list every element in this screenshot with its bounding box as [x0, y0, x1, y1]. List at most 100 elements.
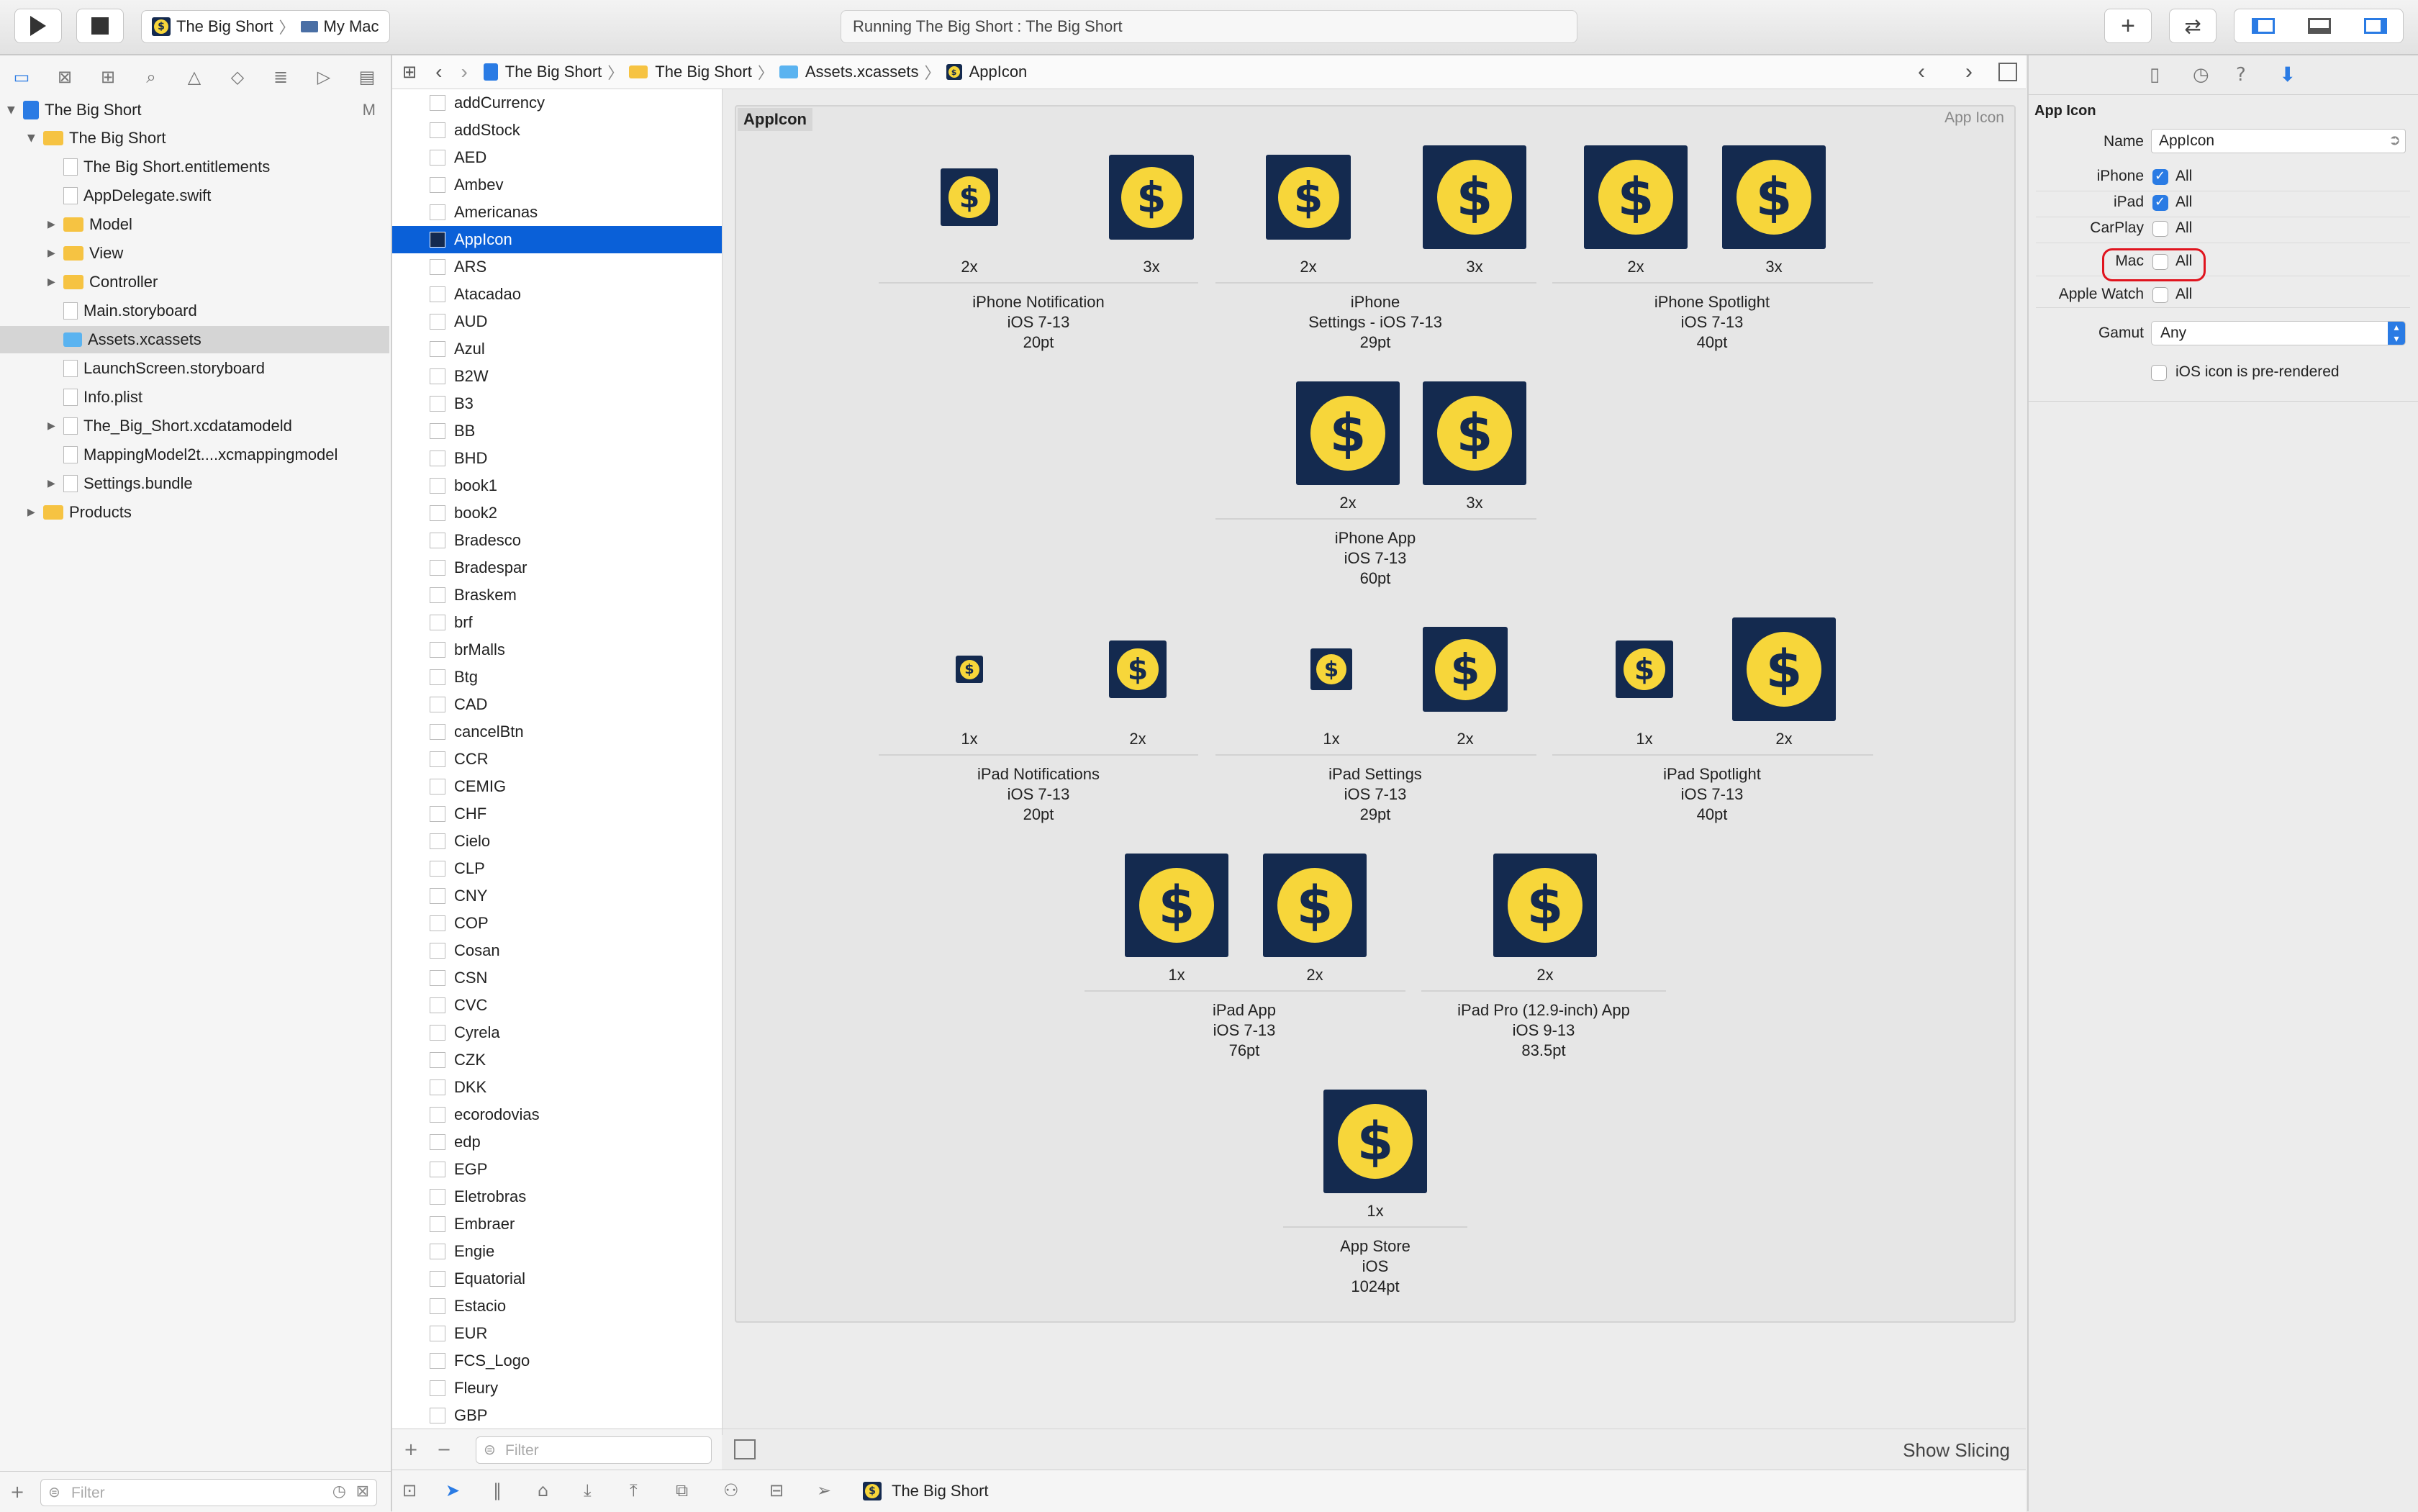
asset-list-item[interactable]: CCR — [392, 746, 722, 773]
icon-well[interactable]: $ — [1423, 381, 1526, 485]
asset-list-item[interactable]: AUD — [392, 308, 722, 335]
attributes-icon[interactable]: ⬇ — [2279, 63, 2296, 86]
icon-well[interactable]: $ — [1722, 145, 1826, 249]
asset-list-item[interactable]: CVC — [392, 992, 722, 1019]
device-checkbox[interactable] — [2152, 194, 2168, 211]
show-slicing-button[interactable]: Show Slicing — [1903, 1439, 2010, 1462]
navigator-item[interactable]: AppDelegate.swift — [47, 182, 367, 209]
show-slicing-toggle-icon[interactable] — [734, 1439, 756, 1459]
disclosure-icon[interactable]: ▼ — [27, 125, 37, 152]
breadcrumb-project[interactable]: The Big Short — [505, 63, 602, 81]
asset-list-item[interactable]: COP — [392, 910, 722, 937]
history-icon[interactable]: ◷ — [2193, 64, 2209, 86]
icon-well[interactable]: $ — [1423, 145, 1526, 249]
source-control-icon[interactable]: ⊠ — [53, 65, 76, 89]
next-issue-icon[interactable]: › — [1965, 60, 1973, 84]
asset-list-item[interactable]: cancelBtn — [392, 718, 722, 746]
add-icon[interactable]: + — [10, 1482, 24, 1502]
device-checkbox[interactable] — [2152, 287, 2168, 303]
icon-well[interactable]: $ — [1109, 155, 1194, 240]
asset-list-item[interactable]: Azul — [392, 335, 722, 363]
pause-icon[interactable]: ‖ — [493, 1480, 502, 1500]
icon-well[interactable]: $ — [1732, 617, 1836, 721]
asset-list-item[interactable]: Fleury — [392, 1375, 722, 1402]
asset-list-item[interactable]: Cyrela — [392, 1019, 722, 1046]
asset-list-item[interactable]: B3 — [392, 390, 722, 417]
test-icon[interactable]: ◇ — [226, 65, 249, 89]
warning-icon[interactable]: △ — [183, 65, 206, 89]
asset-list-item[interactable]: CSN — [392, 964, 722, 992]
navigator-item[interactable]: ▶ Controller — [47, 268, 367, 296]
icon-well[interactable]: $ — [956, 656, 983, 683]
run-button[interactable] — [14, 9, 62, 43]
asset-list-item[interactable]: CHF — [392, 800, 722, 828]
back-icon[interactable]: ‹ — [435, 60, 442, 83]
library-button[interactable]: + — [2104, 9, 2152, 43]
asset-list-item[interactable]: GBP — [392, 1402, 722, 1429]
asset-list-item[interactable]: EGP — [392, 1156, 722, 1183]
stop-button[interactable] — [76, 9, 124, 43]
navigator-filter-field[interactable]: ⊜ Filter ◷ ⊠ — [40, 1479, 377, 1506]
symbol-icon[interactable]: ⊞ — [96, 65, 119, 89]
disclosure-icon[interactable]: ▶ — [27, 499, 37, 526]
disclosure-icon[interactable]: ▶ — [47, 240, 58, 267]
navigator-item[interactable]: ▶ Settings.bundle — [47, 470, 367, 497]
asset-list-item[interactable]: B2W — [392, 363, 722, 390]
asset-list-item[interactable]: Atacadao — [392, 281, 722, 308]
remove-asset-icon[interactable]: − — [437, 1439, 451, 1459]
asset-list-item[interactable]: Ambev — [392, 171, 722, 199]
icon-well[interactable]: $ — [1493, 854, 1597, 957]
process-name[interactable]: The Big Short — [892, 1482, 989, 1500]
debug-toggle-icon[interactable] — [2308, 18, 2331, 34]
forward-icon[interactable]: › — [461, 60, 467, 83]
arrow-icon[interactable]: ➲ — [2388, 131, 2401, 148]
disclosure-icon[interactable]: ▶ — [47, 268, 58, 296]
previous-issue-icon[interactable]: ‹ — [1918, 60, 1925, 84]
asset-list-item[interactable]: ecorodovias — [392, 1101, 722, 1128]
asset-list-item[interactable]: CNY — [392, 882, 722, 910]
project-root[interactable]: ▼ The Big Short M — [7, 96, 381, 124]
icon-well[interactable]: $ — [1616, 640, 1673, 698]
asset-list-item[interactable]: Braskem — [392, 581, 722, 609]
navigator-item[interactable]: ▶ The_Big_Short.xcdatamodeld — [47, 412, 367, 440]
navigator-item[interactable]: Main.storyboard — [47, 297, 367, 325]
asset-list-item[interactable]: AppIcon — [392, 226, 722, 253]
asset-list-item[interactable]: Equatorial — [392, 1265, 722, 1293]
device-checkbox[interactable] — [2152, 168, 2168, 185]
navigator-item[interactable]: Assets.xcassets — [0, 326, 389, 353]
disclosure-icon[interactable]: ▶ — [47, 470, 58, 497]
asset-list-item[interactable]: brMalls — [392, 636, 722, 664]
icon-well[interactable]: $ — [1109, 640, 1167, 698]
prerendered-checkbox[interactable] — [2151, 365, 2167, 381]
scheme-selector[interactable]: $ The Big Short 〉 My Mac — [141, 10, 390, 43]
breakpoint-icon[interactable]: ▷ — [312, 65, 335, 89]
memory-graph-icon[interactable]: ⚇ — [723, 1480, 739, 1500]
icon-well[interactable]: $ — [1266, 155, 1351, 240]
folder-icon[interactable]: ▭ — [10, 65, 33, 89]
navigator-item[interactable]: ▶ Products — [27, 499, 367, 526]
asset-list-item[interactable]: BHD — [392, 445, 722, 472]
asset-filter-field[interactable]: ⊜ Filter — [476, 1436, 712, 1464]
asset-list-item[interactable]: CZK — [392, 1046, 722, 1074]
asset-list-item[interactable]: DKK — [392, 1074, 722, 1101]
icon-well[interactable]: $ — [1584, 145, 1688, 249]
search-icon[interactable]: ⌕ — [140, 65, 163, 89]
name-field[interactable]: AppIcon ➲ — [2151, 129, 2406, 153]
asset-list-item[interactable]: Btg — [392, 664, 722, 691]
asset-list-item[interactable]: CLP — [392, 855, 722, 882]
step-in-icon[interactable]: ⤓ — [584, 1480, 592, 1500]
disclosure-icon[interactable]: ▶ — [47, 412, 58, 440]
location-icon[interactable]: ➢ — [817, 1480, 831, 1500]
asset-list-item[interactable]: BB — [392, 417, 722, 445]
scm-filter-icon[interactable]: ⊠ — [356, 1482, 369, 1500]
help-icon[interactable]: ? — [2236, 64, 2246, 86]
report-icon[interactable]: ▤ — [356, 65, 379, 89]
file-inspector-icon[interactable]: ▯ — [2150, 64, 2160, 86]
icon-well[interactable]: $ — [1310, 648, 1352, 690]
asset-list-item[interactable]: book1 — [392, 472, 722, 499]
hide-debug-icon[interactable]: ⊡ — [402, 1480, 417, 1500]
view-debugger-icon[interactable]: ⧉ — [676, 1480, 688, 1500]
icon-well[interactable]: $ — [1323, 1090, 1427, 1193]
asset-list-item[interactable]: Cielo — [392, 828, 722, 855]
navigator-item[interactable]: LaunchScreen.storyboard — [47, 355, 367, 382]
